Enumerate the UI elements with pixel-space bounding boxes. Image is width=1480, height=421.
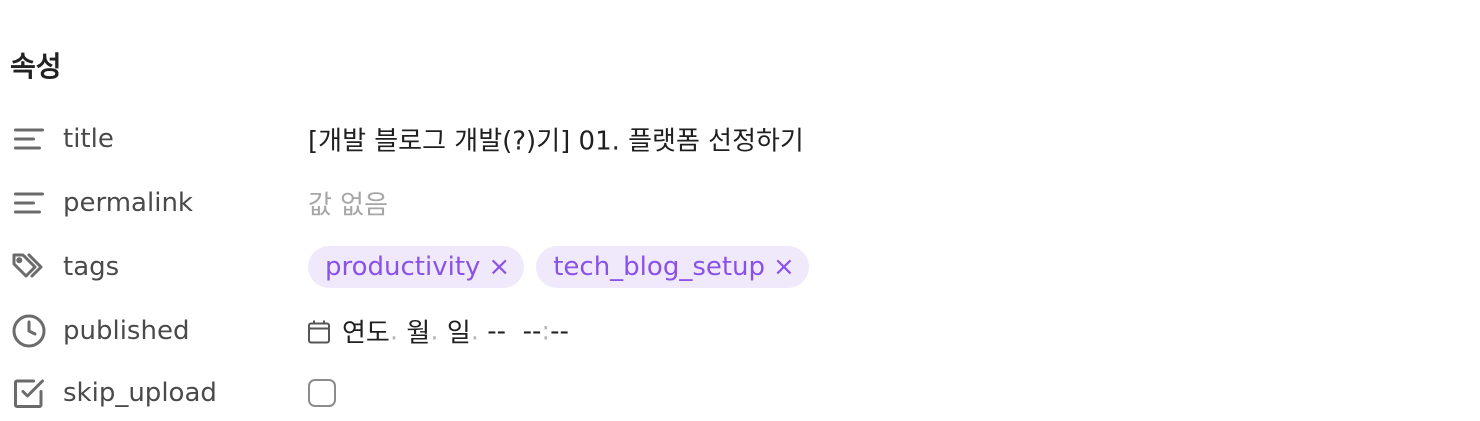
date-day-segment[interactable]: 일 xyxy=(447,313,471,350)
time-ampm-segment[interactable]: -- xyxy=(487,316,506,346)
checkbox-icon[interactable] xyxy=(10,374,48,412)
tag-pill[interactable]: productivity × xyxy=(308,246,525,288)
property-key-published[interactable]: published xyxy=(63,316,189,346)
tags-value-field[interactable]: productivity × tech_blog_setup × xyxy=(308,246,821,288)
time-hour-segment[interactable]: -- xyxy=(523,316,542,346)
date-year-segment[interactable]: 연도 xyxy=(342,313,390,350)
clock-icon[interactable] xyxy=(10,312,48,350)
title-value-field[interactable]: [개발 블로그 개발(?)기] 01. 플랫폼 선정하기 xyxy=(308,121,804,158)
tag-label: productivity xyxy=(325,252,481,282)
date-separator: . xyxy=(430,316,439,346)
section-title: 속성 xyxy=(10,50,62,83)
tags-icon[interactable] xyxy=(10,248,48,286)
skip-upload-value-field[interactable] xyxy=(308,379,336,407)
title-value[interactable]: [개발 블로그 개발(?)기] 01. 플랫폼 선정하기 xyxy=(308,121,804,158)
skip-upload-checkbox[interactable] xyxy=(308,379,336,407)
time-separator: : xyxy=(541,316,551,346)
date-separator: . xyxy=(470,316,480,346)
text-lines-icon[interactable] xyxy=(10,120,48,158)
date-separator: . xyxy=(389,316,399,346)
date-month-segment[interactable]: 월 xyxy=(406,313,430,350)
property-row-published: published 연도. 월. 일. -- --: -- xyxy=(0,303,1480,359)
tag-label: tech_blog_setup xyxy=(553,252,766,282)
property-row-permalink: permalink 값 없음 xyxy=(0,175,1480,231)
property-key-title[interactable]: title xyxy=(63,124,114,154)
time-minute-segment[interactable]: -- xyxy=(550,316,569,346)
property-key-tags[interactable]: tags xyxy=(63,252,119,282)
published-date-input[interactable]: 연도. 월. 일. -- --: -- xyxy=(308,313,569,350)
text-lines-icon[interactable] xyxy=(10,184,48,222)
property-key-skip-upload[interactable]: skip_upload xyxy=(63,378,217,408)
property-row-tags: tags productivity × tech_blog_setup × xyxy=(0,239,1480,295)
property-row-skip-upload: skip_upload xyxy=(0,365,1480,421)
calendar-icon[interactable] xyxy=(308,319,330,343)
tag-pill[interactable]: tech_blog_setup × xyxy=(536,246,809,288)
permalink-value-field[interactable]: 값 없음 xyxy=(308,185,388,222)
property-row-title: title [개발 블로그 개발(?)기] 01. 플랫폼 선정하기 xyxy=(0,111,1480,167)
tag-remove-icon[interactable]: × xyxy=(773,252,795,282)
tag-remove-icon[interactable]: × xyxy=(488,252,510,282)
property-key-permalink[interactable]: permalink xyxy=(63,188,193,218)
permalink-empty-placeholder[interactable]: 값 없음 xyxy=(308,185,388,222)
